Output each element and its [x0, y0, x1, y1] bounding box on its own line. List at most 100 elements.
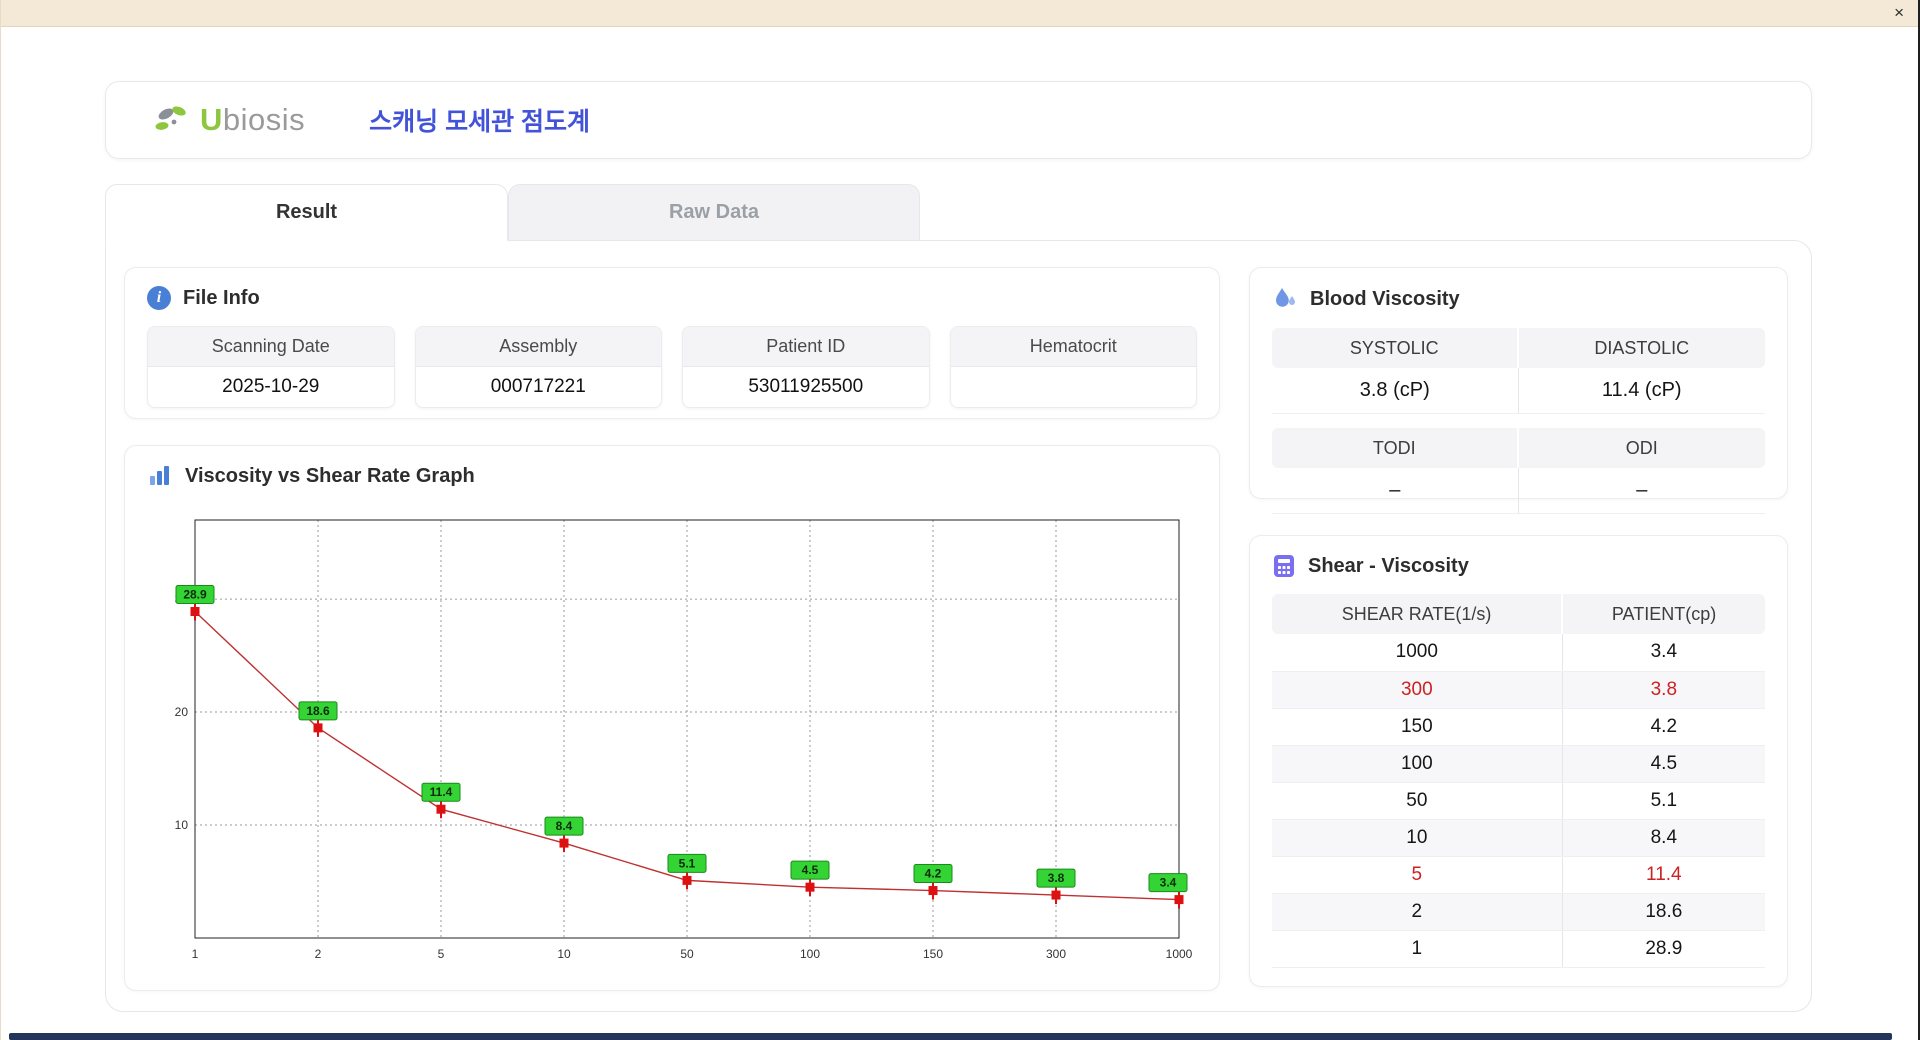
graph-card: Viscosity vs Shear Rate Graph 10203028.9…	[124, 445, 1220, 991]
odi-value: –	[1518, 468, 1765, 514]
bar-chart-icon	[150, 466, 169, 485]
svg-text:300: 300	[1046, 947, 1066, 961]
file-info-card: i File Info Scanning Date 2025-10-29 Ass…	[124, 267, 1220, 419]
logo-text: Ubiosis	[200, 102, 306, 137]
cell-patient: 3.8	[1562, 671, 1765, 709]
left-column: i File Info Scanning Date 2025-10-29 Ass…	[124, 267, 1220, 991]
cell-shear: 1	[1272, 930, 1563, 968]
graph-title: Viscosity vs Shear Rate Graph	[185, 464, 475, 487]
odi-header: ODI	[1518, 428, 1765, 468]
cell-patient: 28.9	[1562, 930, 1765, 968]
app-window: × Ubiosis 스캐닝 모세관 점도계 Result Raw Data i …	[0, 0, 1920, 1040]
svg-text:100: 100	[800, 947, 820, 961]
col-header-patient: PATIENT(cp)	[1562, 594, 1765, 634]
cell-shear: 300	[1272, 671, 1563, 709]
cell-patient: 8.4	[1562, 819, 1765, 857]
tab-bar: Result Raw Data	[105, 184, 1812, 241]
shear-viscosity-title: Shear - Viscosity	[1308, 554, 1469, 577]
svg-text:1000: 1000	[1166, 947, 1193, 961]
table-row: 150 4.2	[1272, 708, 1765, 746]
svg-text:18.6: 18.6	[306, 704, 330, 718]
blood-viscosity-table: SYSTOLIC DIASTOLIC 3.8 (cP) 11.4 (cP) TO…	[1272, 328, 1765, 514]
window-bottom-edge	[9, 1033, 1892, 1040]
field-assembly: Assembly 000717221	[414, 326, 662, 408]
todi-header: TODI	[1272, 428, 1519, 468]
shear-viscosity-table: SHEAR RATE(1/s) PATIENT(cp) 1000 3.4 300	[1272, 594, 1765, 968]
cell-shear: 1000	[1272, 634, 1563, 672]
cell-patient: 11.4	[1562, 856, 1765, 894]
calculator-icon	[1274, 555, 1294, 577]
field-patient-id: Patient ID 53011925500	[682, 326, 930, 408]
header-card: Ubiosis 스캐닝 모세관 점도계	[105, 81, 1812, 159]
cell-shear: 10	[1272, 819, 1563, 857]
ubiosis-logo: Ubiosis	[152, 102, 305, 138]
table-row: 2 18.6	[1272, 893, 1765, 931]
svg-text:1: 1	[192, 947, 199, 961]
blood-viscosity-card: Blood Viscosity SYSTOLIC DIASTOLIC 3.8 (…	[1249, 267, 1788, 514]
field-label: Scanning Date	[148, 327, 394, 367]
viscosity-chart: 10203028.918.611.48.45.14.54.23.83.41251…	[175, 519, 1193, 961]
svg-text:8.4: 8.4	[556, 819, 573, 833]
table-row: 50 5.1	[1272, 782, 1765, 820]
table-row: 10 8.4	[1272, 819, 1765, 857]
systolic-header: SYSTOLIC	[1272, 328, 1519, 368]
cell-patient: 4.2	[1562, 708, 1765, 746]
systolic-value: 3.8 (cP)	[1272, 368, 1519, 414]
diastolic-value: 11.4 (cP)	[1518, 368, 1765, 414]
tab-result[interactable]: Result	[105, 184, 508, 241]
page-content: Ubiosis 스캐닝 모세관 점도계 Result Raw Data i Fi…	[1, 27, 1918, 1012]
svg-text:3.4: 3.4	[1160, 876, 1177, 890]
shear-viscosity-card: Shear - Viscosity SHEAR RATE(1/s) PATIEN…	[1249, 535, 1788, 987]
cell-shear: 2	[1272, 893, 1563, 931]
field-label: Assembly	[415, 327, 661, 367]
svg-text:5.1: 5.1	[679, 856, 696, 870]
right-column: Blood Viscosity SYSTOLIC DIASTOLIC 3.8 (…	[1249, 267, 1788, 991]
file-info-fields: Scanning Date 2025-10-29 Assembly 000717…	[147, 326, 1197, 408]
field-label: Hematocrit	[950, 327, 1196, 367]
cell-shear: 5	[1272, 856, 1563, 894]
svg-text:5: 5	[438, 947, 445, 961]
svg-text:50: 50	[680, 947, 694, 961]
svg-text:150: 150	[923, 947, 943, 961]
svg-text:28.9: 28.9	[183, 588, 207, 602]
todi-value: –	[1272, 468, 1519, 514]
field-label: Patient ID	[683, 327, 929, 367]
svg-text:10: 10	[175, 818, 189, 832]
cell-shear: 150	[1272, 708, 1563, 746]
cell-patient: 3.4	[1562, 634, 1765, 672]
tab-raw-data[interactable]: Raw Data	[508, 184, 920, 241]
field-value	[951, 367, 1197, 407]
svg-text:2: 2	[315, 947, 322, 961]
svg-text:4.2: 4.2	[925, 867, 942, 881]
cell-patient: 4.5	[1562, 745, 1765, 783]
table-row: 100 4.5	[1272, 745, 1765, 783]
table-row: 1 28.9	[1272, 930, 1765, 968]
cell-shear: 50	[1272, 782, 1563, 820]
cell-patient: 5.1	[1562, 782, 1765, 820]
cell-shear: 100	[1272, 745, 1563, 783]
chart-area: 10203028.918.611.48.45.14.54.23.83.41251…	[147, 504, 1197, 972]
svg-text:3.8: 3.8	[1048, 871, 1065, 885]
table-row: 5 11.4	[1272, 856, 1765, 894]
field-scanning-date: Scanning Date 2025-10-29	[147, 326, 395, 408]
logo-leaves-icon	[155, 106, 186, 130]
svg-text:10: 10	[557, 947, 571, 961]
field-hematocrit: Hematocrit	[949, 326, 1197, 408]
main-panel: i File Info Scanning Date 2025-10-29 Ass…	[105, 240, 1812, 1012]
blood-drop-icon	[1276, 288, 1295, 307]
svg-text:20: 20	[175, 705, 189, 719]
info-icon: i	[147, 286, 171, 310]
window-titlebar: ×	[1, 0, 1918, 27]
cell-patient: 18.6	[1562, 893, 1765, 931]
app-title: 스캐닝 모세관 점도계	[369, 108, 591, 136]
table-row: 1000 3.4	[1272, 634, 1765, 672]
field-value: 2025-10-29	[222, 376, 320, 397]
svg-text:11.4: 11.4	[430, 785, 453, 799]
table-row: 300 3.8	[1272, 671, 1765, 709]
col-header-shear-rate: SHEAR RATE(1/s)	[1272, 594, 1564, 634]
svg-text:4.5: 4.5	[802, 863, 819, 877]
blood-viscosity-title: Blood Viscosity	[1310, 287, 1460, 310]
window-close-button[interactable]: ×	[1894, 3, 1904, 23]
field-value: 53011925500	[748, 376, 864, 397]
field-value: 000717221	[490, 376, 586, 397]
